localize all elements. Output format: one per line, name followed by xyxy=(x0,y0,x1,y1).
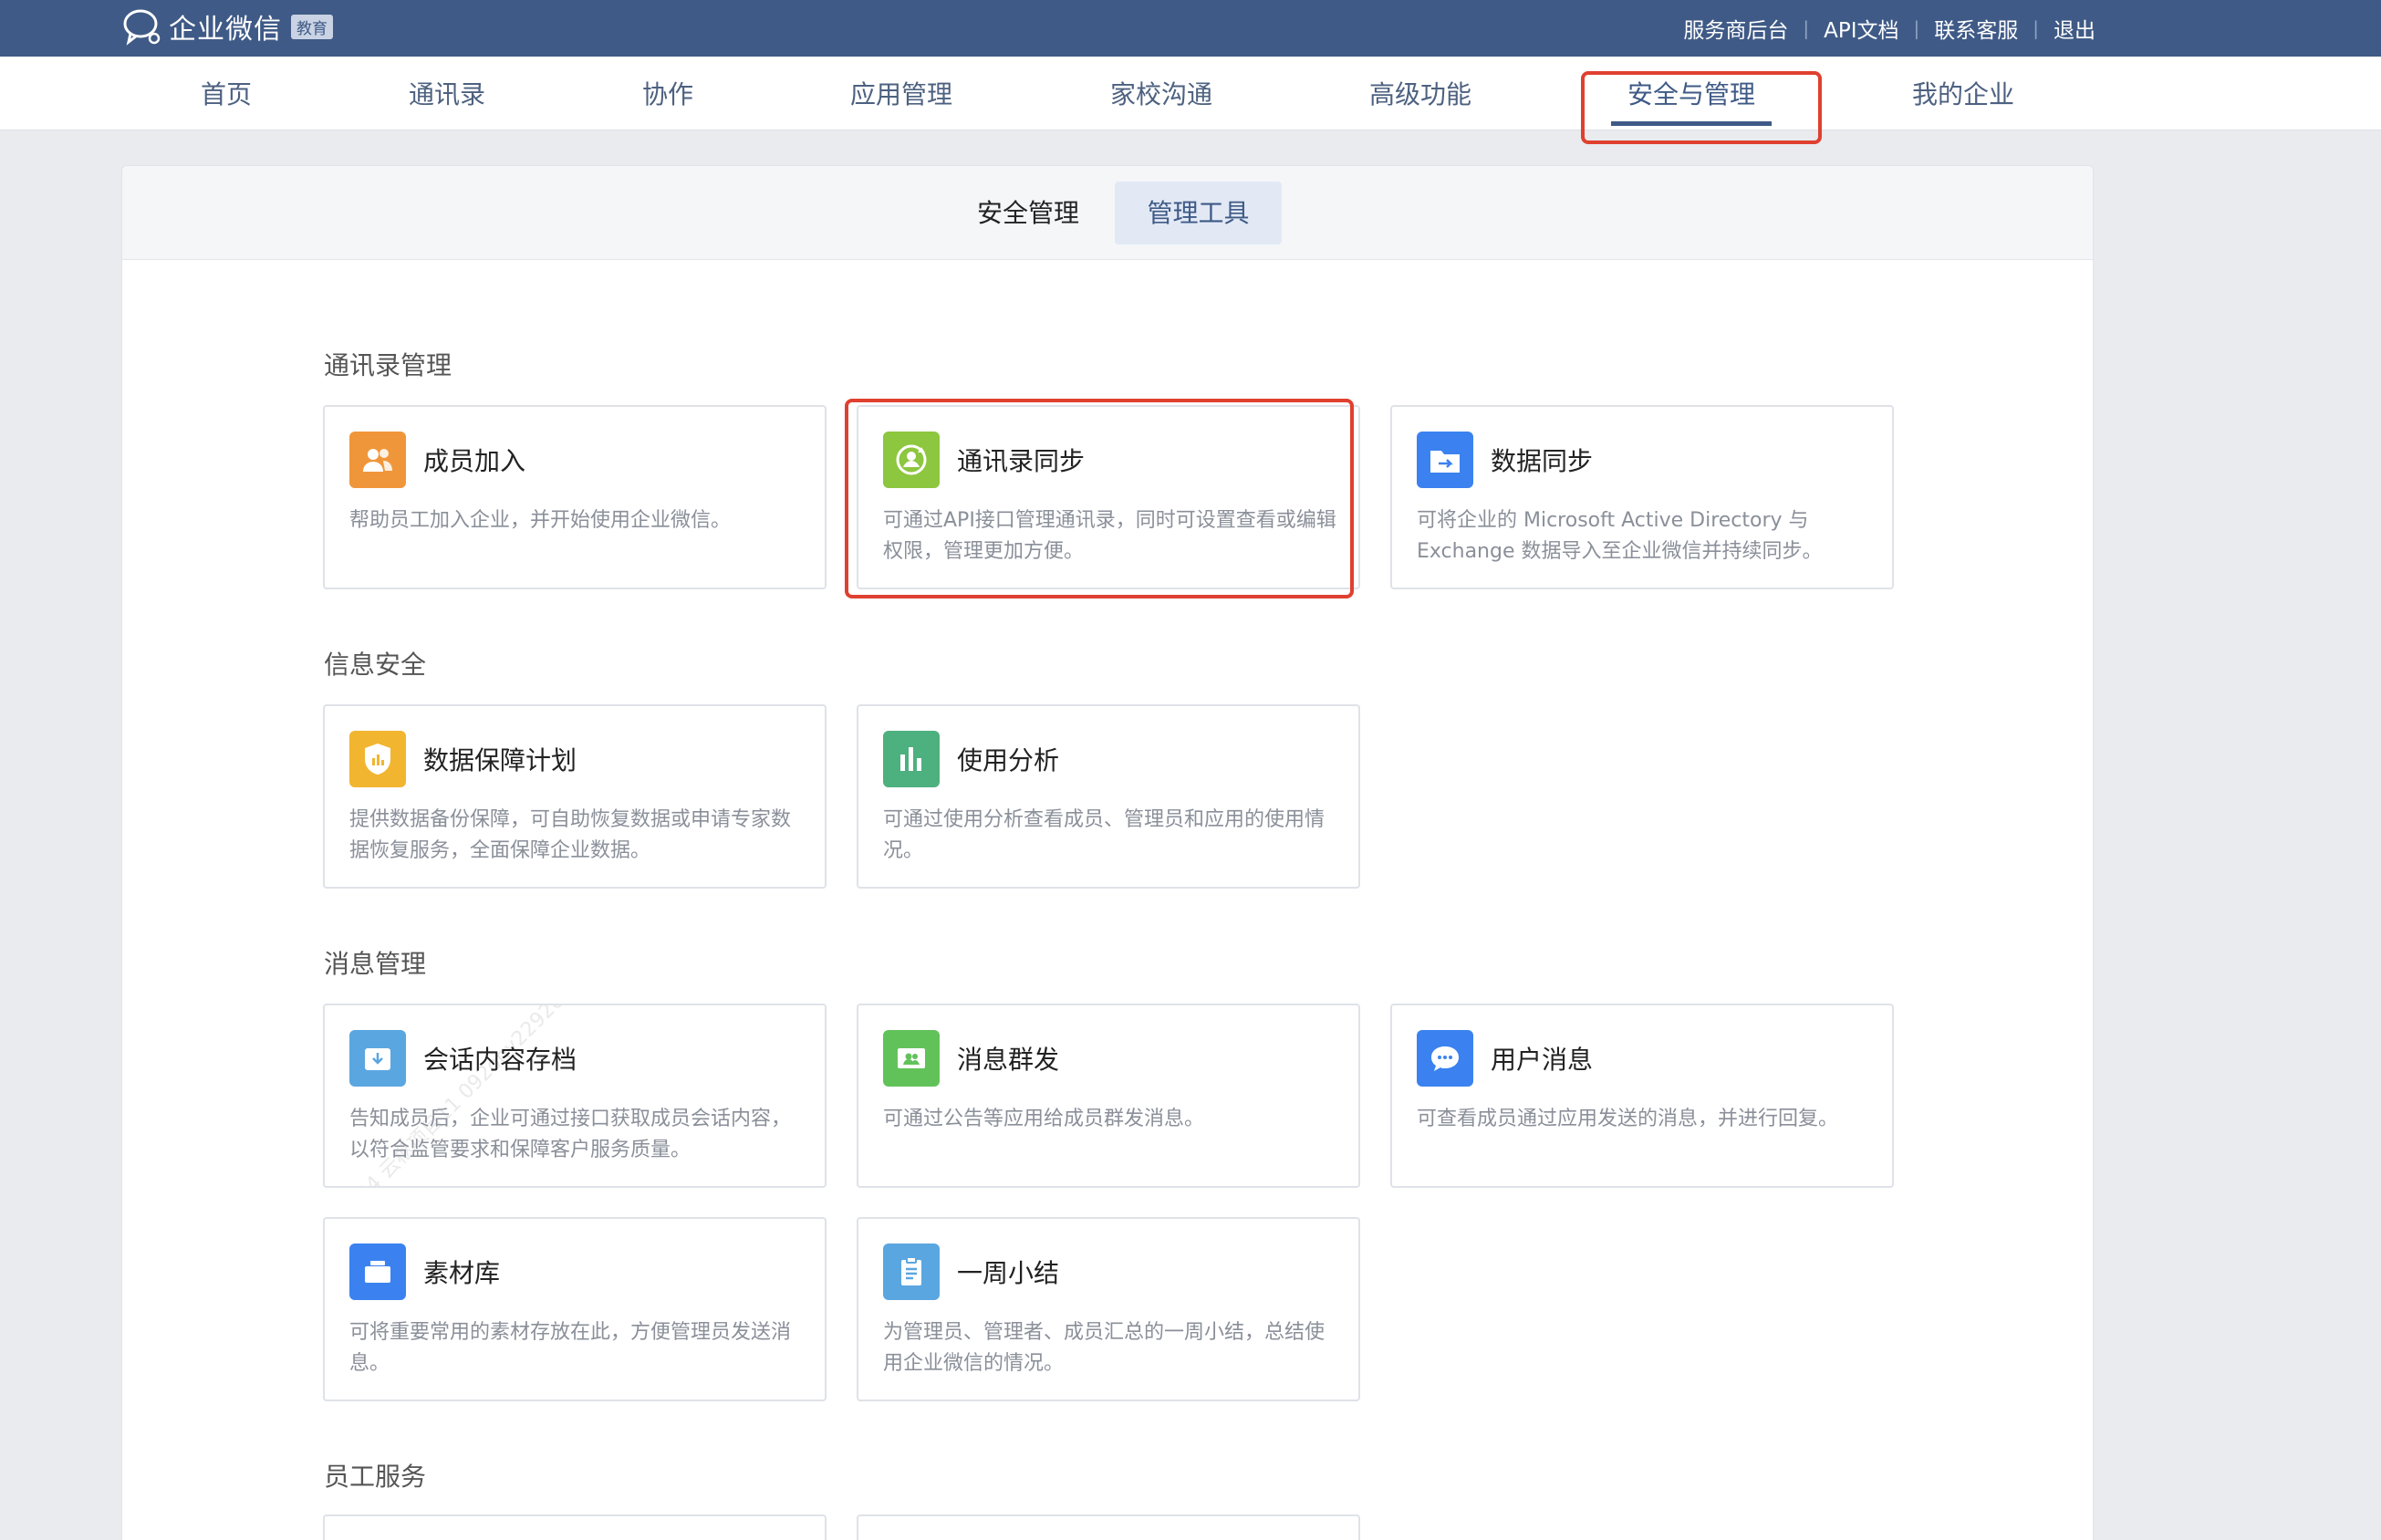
card-title: 数据保障计划 xyxy=(423,745,577,775)
nav-item-contacts[interactable]: 通讯录 xyxy=(409,75,485,111)
api-docs-link[interactable]: API文档 xyxy=(1824,13,1898,44)
logo-text: 企业微信 xyxy=(169,14,282,46)
top-bar: 企业微信 教育 服务商后台 | API文档 | 联系客服 | 退出 xyxy=(0,0,2381,57)
card-usage-analysis[interactable]: 使用分析 可通过使用分析查看成员、管理员和应用的使用情况。 xyxy=(857,704,1360,889)
card-data-protection[interactable]: 数据保障计划 提供数据备份保障，可自助恢复数据或申请专家数据恢复服务，全面保障企… xyxy=(323,704,827,889)
card-description: 可将重要常用的素材存放在此，方便管理员发送消息。 xyxy=(349,1321,792,1375)
library-icon xyxy=(349,1243,406,1300)
card-title: 会话内容存档 xyxy=(423,1045,577,1075)
nav-item-app-management[interactable]: 应用管理 xyxy=(850,75,952,111)
bar-chart-icon xyxy=(883,731,940,787)
logout-link[interactable]: 退出 xyxy=(2053,13,2095,44)
card-data-sync[interactable]: 数据同步 可将企业的 Microsoft Active Directory 与 … xyxy=(1390,405,1894,589)
tab-security-management[interactable]: 安全管理 xyxy=(951,182,1106,245)
members-icon xyxy=(349,432,406,488)
card-user-messages[interactable]: 用户消息 可查看成员通过应用发送的消息，并进行回复。 xyxy=(1390,1004,1894,1188)
card-title: 成员加入 xyxy=(423,446,526,476)
card-title: 用户消息 xyxy=(1491,1045,1594,1075)
sub-nav: 安全管理 管理工具 xyxy=(122,166,2093,260)
card-member-join[interactable]: 成员加入 帮助员工加入企业，并开始使用企业微信。 xyxy=(323,405,827,589)
card-description: 提供数据备份保障，可自助恢复数据或申请专家数据恢复服务，全面保障企业数据。 xyxy=(349,808,792,862)
card-mass-message[interactable]: 消息群发 可通过公告等应用给成员群发消息。 xyxy=(857,1004,1360,1188)
card-chat-archive[interactable]: 204 云枢项目11 092ony229204 云枢项目11 会话内容存档 告知… xyxy=(323,1004,827,1188)
link-separator: | xyxy=(1913,17,1920,39)
card-material-library[interactable]: 素材库 可将重要常用的素材存放在此，方便管理员发送消息。 xyxy=(323,1217,827,1401)
section-title: 通讯录管理 xyxy=(324,350,452,380)
card-placeholder[interactable] xyxy=(857,1514,1360,1540)
logo-badge: 教育 xyxy=(291,14,333,39)
folder-sync-icon xyxy=(1417,432,1473,488)
card-title: 数据同步 xyxy=(1491,446,1594,476)
shield-icon xyxy=(349,731,406,787)
nav-item-collaboration[interactable]: 协作 xyxy=(642,75,693,111)
card-description: 可通过使用分析查看成员、管理员和应用的使用情况。 xyxy=(883,808,1326,862)
logo[interactable]: 企业微信 教育 xyxy=(121,5,333,47)
broadcast-icon xyxy=(883,1030,940,1087)
contact-support-link[interactable]: 联系客服 xyxy=(1934,13,2018,44)
card-description: 可将企业的 Microsoft Active Directory 与 Excha… xyxy=(1417,509,1823,563)
tab-management-tools[interactable]: 管理工具 xyxy=(1115,182,1282,245)
card-title: 消息群发 xyxy=(957,1045,1060,1075)
nav-item-home[interactable]: 首页 xyxy=(201,75,252,111)
section-title: 员工服务 xyxy=(324,1462,427,1492)
card-title: 使用分析 xyxy=(957,745,1060,775)
card-placeholder[interactable] xyxy=(323,1514,827,1540)
archive-icon xyxy=(349,1030,406,1087)
card-description: 可查看成员通过应用发送的消息，并进行回复。 xyxy=(1417,1108,1839,1130)
link-separator: | xyxy=(1803,17,1810,39)
chat-bubble-logo-icon xyxy=(123,9,161,46)
link-separator: | xyxy=(2033,17,2039,39)
section-title: 消息管理 xyxy=(324,949,427,979)
highlight-box xyxy=(1581,71,1822,144)
card-description: 为管理员、管理者、成员汇总的一周小结，总结使用企业微信的情况。 xyxy=(883,1321,1326,1375)
highlight-box xyxy=(845,399,1354,598)
top-links: 服务商后台 | API文档 | 联系客服 | 退出 xyxy=(1683,13,2095,44)
card-title: 素材库 xyxy=(423,1258,501,1288)
nav-item-my-enterprise[interactable]: 我的企业 xyxy=(1912,75,2014,111)
chat-icon xyxy=(1417,1030,1473,1087)
main-nav: 首页 通讯录 协作 应用管理 家校沟通 高级功能 安全与管理 我的企业 xyxy=(0,57,2381,130)
content-panel: 安全管理 管理工具 通讯录管理 成员加入 帮助员工加入企业，并开始使用企业微信。… xyxy=(121,165,2094,1540)
card-description: 告知成员后，企业可通过接口获取成员会话内容，以符合监管要求和保障客户服务质量。 xyxy=(349,1108,792,1161)
card-weekly-summary[interactable]: 一周小结 为管理员、管理者、成员汇总的一周小结，总结使用企业微信的情况。 xyxy=(857,1217,1360,1401)
clipboard-icon xyxy=(883,1243,940,1300)
provider-console-link[interactable]: 服务商后台 xyxy=(1683,13,1788,44)
card-title: 一周小结 xyxy=(957,1258,1060,1288)
card-description: 可通过公告等应用给成员群发消息。 xyxy=(883,1108,1205,1130)
nav-item-advanced[interactable]: 高级功能 xyxy=(1369,75,1471,111)
nav-item-home-school[interactable]: 家校沟通 xyxy=(1110,75,1212,111)
section-title: 信息安全 xyxy=(324,650,427,680)
card-description: 帮助员工加入企业，并开始使用企业微信。 xyxy=(349,509,732,532)
